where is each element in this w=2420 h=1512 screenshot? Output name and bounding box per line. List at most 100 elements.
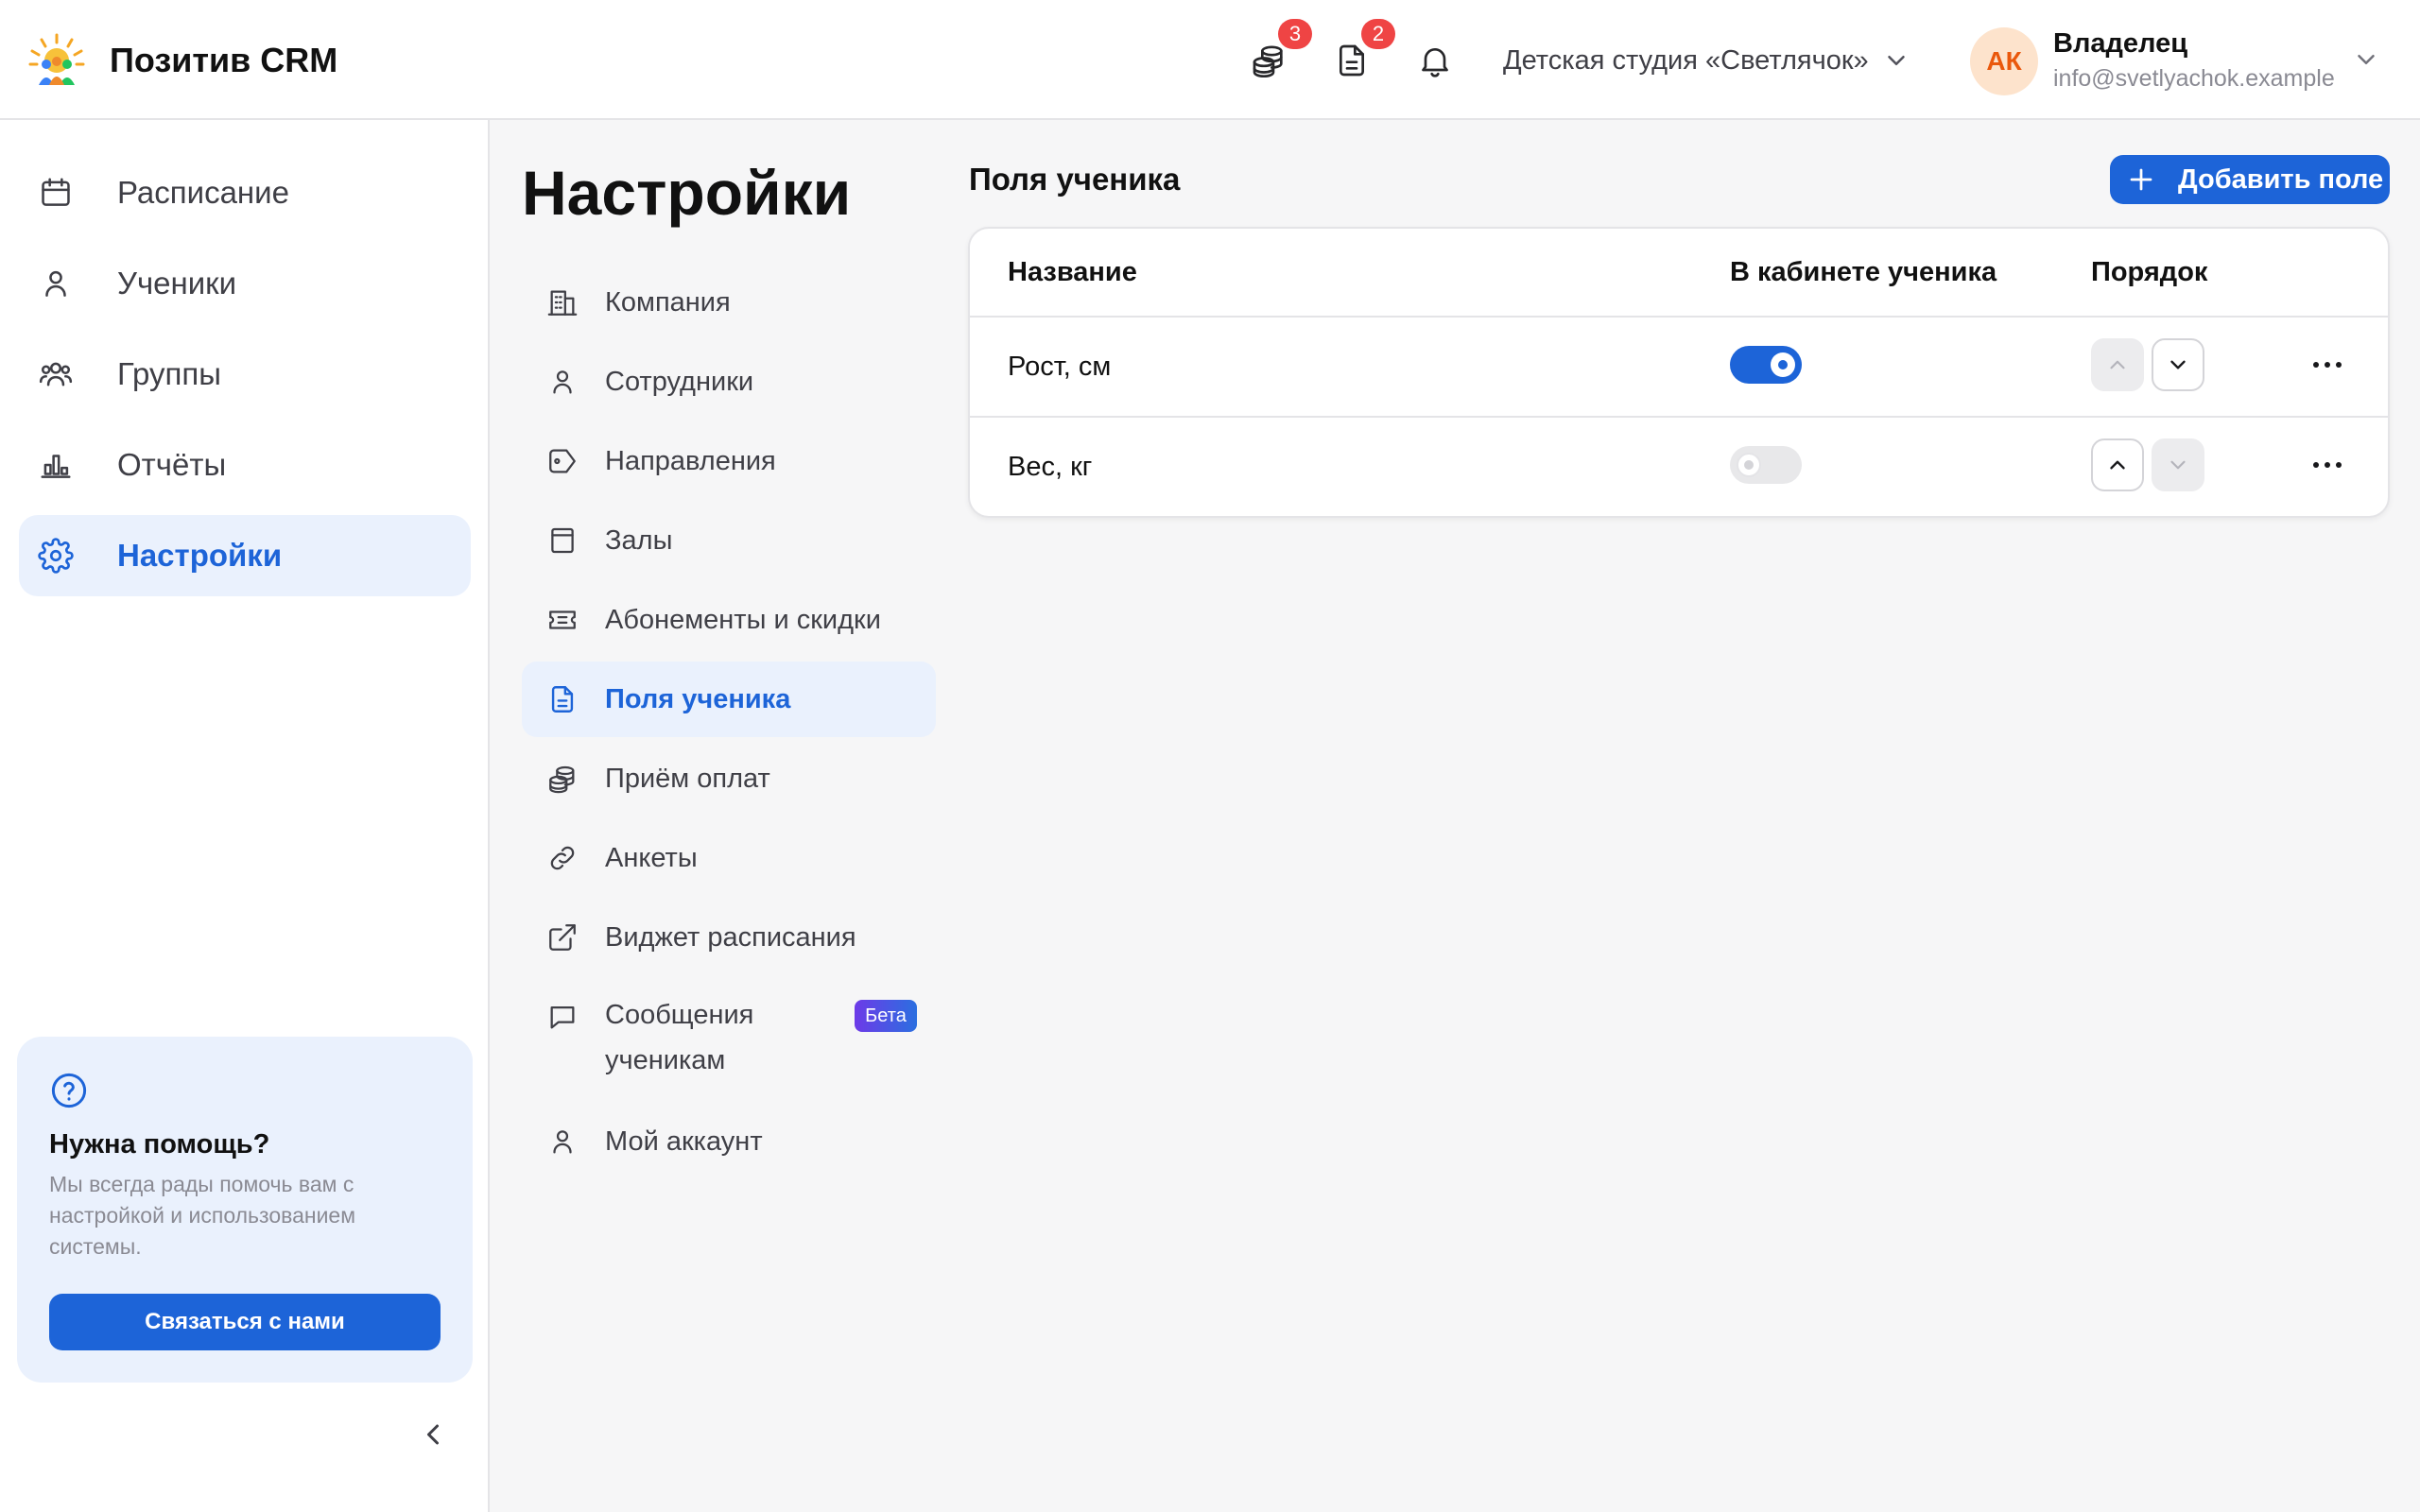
- building-icon: [546, 286, 579, 318]
- chevron-down-icon: [2358, 55, 2375, 64]
- documents-button[interactable]: 2: [1331, 19, 1395, 81]
- payments-badge: 3: [1278, 19, 1312, 49]
- settings-item-label: Анкеты: [605, 843, 698, 873]
- settings-item-subscriptions[interactable]: Абонементы и скидки: [522, 582, 936, 658]
- more-horizontal-icon: [2313, 362, 2342, 368]
- page-title: Настройки: [522, 158, 852, 228]
- settings-item-label: Направления: [605, 446, 776, 476]
- gear-icon: [38, 538, 74, 574]
- settings-item-schedule-widget[interactable]: Виджет расписания: [522, 900, 936, 975]
- organization-select[interactable]: Детская студия «Светлячок»: [1503, 42, 1910, 79]
- move-down-button[interactable]: [2152, 338, 2204, 391]
- link-icon: [546, 842, 579, 874]
- top-header: Позитив CRM 3 2 Детская студия «Светлячо…: [0, 0, 2420, 120]
- settings-item-label: Абонементы и скидки: [605, 605, 881, 635]
- help-card: Нужна помощь? Мы всегда рады помочь вам …: [17, 1037, 473, 1383]
- table-row: Вес, кг: [970, 416, 2388, 514]
- brand-name: Позитив CRM: [110, 41, 338, 79]
- field-name: Рост, см: [1008, 352, 1112, 382]
- settings-item-staff[interactable]: Сотрудники: [522, 344, 936, 420]
- chevron-up-icon: [2110, 460, 2125, 470]
- documents-badge: 2: [1361, 19, 1395, 49]
- organization-name: Детская студия «Светлячок»: [1503, 45, 1869, 76]
- field-name: Вес, кг: [1008, 452, 1093, 482]
- users-icon: [38, 356, 74, 392]
- toggle-knob: [1771, 352, 1795, 377]
- external-link-icon: [546, 921, 579, 954]
- settings-item-company[interactable]: Компания: [522, 265, 936, 340]
- document-icon: [1340, 44, 1364, 77]
- row-more-button[interactable]: [2308, 348, 2346, 382]
- more-horizontal-icon: [2313, 462, 2342, 468]
- user-email: info@svetlyachok.example: [2053, 65, 2335, 92]
- in-cabinet-toggle[interactable]: [1730, 446, 1802, 484]
- avatar: АК: [1970, 27, 2038, 95]
- add-field-label: Добавить поле: [2178, 163, 2384, 195]
- notifications-button[interactable]: [1414, 40, 1456, 81]
- logo-icon: [28, 32, 85, 89]
- table-row: Рост, см: [970, 316, 2388, 414]
- plus-icon: [2130, 168, 2152, 191]
- settings-item-label: Сообщения ученикам: [605, 1000, 754, 1075]
- in-cabinet-toggle[interactable]: [1730, 346, 1802, 384]
- user-icon: [38, 266, 74, 301]
- coins-icon: [1253, 45, 1283, 77]
- column-header-name: Название: [1008, 257, 1137, 287]
- settings-item-label: Виджет расписания: [605, 922, 856, 953]
- bell-icon: [1422, 48, 1448, 77]
- settings-item-label: Поля ученика: [605, 684, 791, 714]
- coins-icon: [546, 763, 579, 795]
- settings-item-forms[interactable]: Анкеты: [522, 820, 936, 896]
- tag-icon: [546, 445, 579, 477]
- sidebar-item-groups[interactable]: Группы: [19, 334, 471, 415]
- settings-item-student-fields[interactable]: Поля ученика: [522, 662, 936, 737]
- section-title: Поля ученика: [969, 162, 1181, 197]
- sidebar-item-settings[interactable]: Настройки: [19, 515, 471, 596]
- help-title: Нужна помощь?: [49, 1129, 270, 1160]
- toggle-knob: [1737, 453, 1761, 477]
- ticket-icon: [546, 604, 579, 636]
- chevron-left-icon: [427, 1424, 439, 1445]
- user-icon: [546, 1125, 579, 1158]
- sidebar-item-label: Настройки: [117, 538, 283, 573]
- sidebar-item-reports[interactable]: Отчёты: [19, 424, 471, 506]
- sidebar-item-students[interactable]: Ученики: [19, 243, 471, 324]
- sidebar-item-schedule[interactable]: Расписание: [19, 152, 471, 233]
- add-field-button[interactable]: Добавить поле: [2110, 155, 2390, 204]
- user-icon: [546, 366, 579, 398]
- sidebar-item-label: Отчёты: [117, 447, 227, 482]
- settings-item-label: Залы: [605, 525, 673, 556]
- sidebar-item-label: Группы: [117, 356, 221, 391]
- settings-item-messages[interactable]: Сообщения ученикам Бета: [522, 979, 936, 1092]
- help-text: Мы всегда рады помочь вам с настройкой и…: [49, 1172, 356, 1259]
- settings-item-directions[interactable]: Направления: [522, 423, 936, 499]
- column-header-in-cabinet: В кабинете ученика: [1730, 257, 1997, 287]
- collapse-sidebar-button[interactable]: [416, 1418, 450, 1452]
- beta-badge: Бета: [855, 1000, 917, 1032]
- calendar-icon: [38, 175, 74, 211]
- sidebar-item-label: Расписание: [117, 175, 289, 210]
- settings-item-label: Мой аккаунт: [605, 1126, 763, 1157]
- contact-us-button[interactable]: Связаться с нами: [49, 1294, 441, 1350]
- settings-item-label: Сотрудники: [605, 367, 754, 397]
- user-menu[interactable]: АК Владелец info@svetlyachok.example: [1970, 25, 2386, 96]
- payments-button[interactable]: 3: [1248, 19, 1312, 81]
- settings-item-label: Приём оплат: [605, 764, 770, 794]
- move-up-button[interactable]: [2091, 338, 2144, 391]
- settings-item-label: Компания: [605, 287, 731, 318]
- message-icon: [546, 1001, 579, 1033]
- document-icon: [546, 683, 579, 715]
- settings-item-my-account[interactable]: Мой аккаунт: [522, 1104, 936, 1179]
- move-up-button[interactable]: [2091, 438, 2144, 491]
- sidebar-item-label: Ученики: [117, 266, 237, 301]
- column-header-order: Порядок: [2091, 257, 2208, 287]
- settings-item-halls[interactable]: Залы: [522, 503, 936, 578]
- move-down-button[interactable]: [2152, 438, 2204, 491]
- settings-item-payments[interactable]: Приём оплат: [522, 741, 936, 816]
- chart-icon: [38, 447, 74, 483]
- row-more-button[interactable]: [2308, 448, 2346, 482]
- door-icon: [546, 524, 579, 557]
- chevron-down-icon: [2170, 360, 2186, 369]
- chevron-up-icon: [2110, 360, 2125, 369]
- chevron-down-icon: [2170, 460, 2186, 470]
